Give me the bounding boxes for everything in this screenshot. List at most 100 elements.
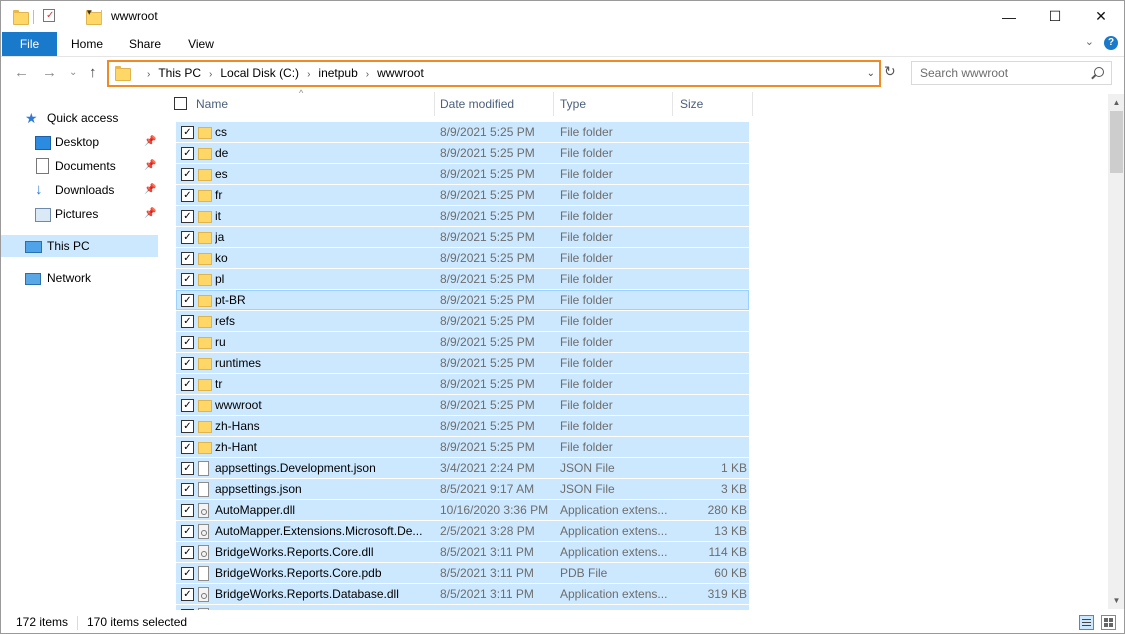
table-row[interactable]: ✓ runtimes 8/9/2021 5:25 PM File folder <box>176 353 749 373</box>
sidebar-item-this-pc[interactable]: This PC <box>1 235 158 257</box>
table-row[interactable]: ✓ refs 8/9/2021 5:25 PM File folder <box>176 311 749 331</box>
table-row[interactable]: ✓ ja 8/9/2021 5:25 PM File folder <box>176 227 749 247</box>
properties-icon[interactable]: ✓ <box>43 9 55 22</box>
column-divider[interactable] <box>752 92 753 116</box>
customize-toolbar-icon[interactable]: ▾ <box>87 7 92 25</box>
table-row[interactable]: ✓ AutoMapper.dll 10/16/2020 3:36 PM Applica… <box>176 500 749 520</box>
table-row[interactable]: ✓ fr 8/9/2021 5:25 PM File folder <box>176 185 749 205</box>
row-checkbox[interactable]: ✓ <box>181 504 194 517</box>
row-checkbox[interactable]: ✓ <box>181 126 194 139</box>
table-row[interactable]: ✓ <box>176 605 749 610</box>
table-row[interactable]: ✓ appsettings.Development.json 3/4/2021 2:… <box>176 458 749 478</box>
column-header: ^ Name Date modified Type Size <box>161 88 1107 116</box>
table-row[interactable]: ✓ BridgeWorks.Reports.Database.dll 8/5/202… <box>176 584 749 604</box>
table-row[interactable]: ✓ pl 8/9/2021 5:25 PM File folder <box>176 269 749 289</box>
table-row[interactable]: ✓ cs 8/9/2021 5:25 PM File folder <box>176 122 749 142</box>
row-checkbox[interactable]: ✓ <box>181 147 194 160</box>
column-divider[interactable] <box>553 92 554 116</box>
column-type[interactable]: Type <box>560 92 586 116</box>
select-all-checkbox[interactable] <box>174 97 187 110</box>
column-divider[interactable] <box>672 92 673 116</box>
row-checkbox[interactable]: ✓ <box>181 546 194 559</box>
help-icon[interactable]: ? <box>1104 36 1118 50</box>
breadcrumb-this-pc[interactable]: This PC <box>158 66 201 80</box>
breadcrumb-local-disk[interactable]: Local Disk (C:) <box>220 66 299 80</box>
breadcrumb-separator[interactable]: › <box>366 69 369 80</box>
row-checkbox[interactable]: ✓ <box>181 210 194 223</box>
up-button[interactable]: ↑ <box>89 61 97 85</box>
table-row[interactable]: ✓ ko 8/9/2021 5:25 PM File folder <box>176 248 749 268</box>
folder-icon <box>198 274 212 286</box>
sidebar-item-pictures[interactable]: Pictures 📌 <box>35 203 159 225</box>
breadcrumb-separator[interactable]: › <box>307 69 310 80</box>
row-checkbox[interactable]: ✓ <box>181 588 194 601</box>
table-row[interactable]: ✓ BridgeWorks.Reports.Core.pdb 8/5/2021 3:… <box>176 563 749 583</box>
row-checkbox[interactable]: ✓ <box>181 336 194 349</box>
vertical-scrollbar[interactable]: ▲ ▼ <box>1108 94 1124 609</box>
search-input[interactable]: Search wwwroot <box>920 62 1008 84</box>
breadcrumb-wwwroot[interactable]: wwwroot <box>377 66 424 80</box>
scroll-thumb[interactable] <box>1110 111 1123 173</box>
details-view-icon[interactable] <box>1079 615 1094 630</box>
table-row[interactable]: ✓ ru 8/9/2021 5:25 PM File folder <box>176 332 749 352</box>
breadcrumb-separator[interactable]: › <box>209 69 212 80</box>
table-row[interactable]: ✓ BridgeWorks.Reports.Core.dll 8/5/2021 3:… <box>176 542 749 562</box>
close-button[interactable]: ✕ <box>1078 1 1124 32</box>
breadcrumb-inetpub[interactable]: inetpub <box>318 66 357 80</box>
table-row[interactable]: ✓ de 8/9/2021 5:25 PM File folder <box>176 143 749 163</box>
table-row[interactable]: ✓ AutoMapper.Extensions.Microsoft.De... 2/… <box>176 521 749 541</box>
row-checkbox[interactable]: ✓ <box>181 189 194 202</box>
table-row[interactable]: ✓ zh-Hans 8/9/2021 5:25 PM File folder <box>176 416 749 436</box>
table-row[interactable]: ✓ es 8/9/2021 5:25 PM File folder <box>176 164 749 184</box>
maximize-button[interactable]: ☐ <box>1032 1 1078 32</box>
row-checkbox[interactable]: ✓ <box>181 357 194 370</box>
refresh-icon[interactable]: ↻ <box>884 63 896 80</box>
row-checkbox[interactable]: ✓ <box>181 294 194 307</box>
large-icons-view-icon[interactable] <box>1101 615 1116 630</box>
row-checkbox[interactable]: ✓ <box>181 168 194 181</box>
row-checkbox[interactable]: ✓ <box>181 567 194 580</box>
row-checkbox[interactable]: ✓ <box>181 441 194 454</box>
sidebar-item-desktop[interactable]: Desktop 📌 <box>35 131 159 153</box>
scroll-up-icon[interactable]: ▲ <box>1108 94 1124 111</box>
address-bar[interactable]: › This PC › Local Disk (C:) › inetpub › wwwroot… <box>107 60 881 87</box>
scroll-down-icon[interactable]: ▼ <box>1108 592 1124 609</box>
row-checkbox[interactable]: ✓ <box>181 525 194 538</box>
table-row[interactable]: ✓ tr 8/9/2021 5:25 PM File folder <box>176 374 749 394</box>
sidebar-item-documents[interactable]: Documents 📌 <box>35 155 159 177</box>
row-checkbox[interactable]: ✓ <box>181 462 194 475</box>
row-checkbox[interactable]: ✓ <box>181 483 194 496</box>
row-checkbox[interactable]: ✓ <box>181 378 194 391</box>
row-checkbox[interactable]: ✓ <box>181 252 194 265</box>
minimize-button[interactable]: — <box>986 1 1032 32</box>
table-row[interactable]: ✓ zh-Hant 8/9/2021 5:25 PM File folder <box>176 437 749 457</box>
expand-ribbon-icon[interactable]: ⌄ <box>1085 35 1094 48</box>
row-checkbox[interactable]: ✓ <box>181 273 194 286</box>
tab-file[interactable]: File <box>2 32 57 56</box>
breadcrumb-separator[interactable]: › <box>147 69 150 80</box>
row-checkbox[interactable]: ✓ <box>181 315 194 328</box>
sidebar-item-downloads[interactable]: ↓ Downloads 📌 <box>35 179 159 201</box>
column-date-modified[interactable]: Date modified <box>440 92 514 116</box>
row-checkbox[interactable]: ✓ <box>181 231 194 244</box>
back-button[interactable]: ← <box>14 61 29 85</box>
row-checkbox[interactable]: ✓ <box>181 399 194 412</box>
table-row[interactable]: ✓ it 8/9/2021 5:25 PM File folder <box>176 206 749 226</box>
tab-view[interactable]: View <box>177 32 225 56</box>
recent-locations-button[interactable]: ⌄ <box>69 61 77 85</box>
table-row[interactable]: ✓ pt-BR 8/9/2021 5:25 PM File folder <box>176 290 749 310</box>
search-box[interactable]: Search wwwroot <box>911 61 1112 85</box>
forward-button[interactable]: → <box>42 61 57 85</box>
file-date: 8/5/2021 3:11 PM <box>440 545 534 559</box>
column-size[interactable]: Size <box>680 92 703 116</box>
table-row[interactable]: ✓ appsettings.json 8/5/2021 9:17 AM JSON Fi… <box>176 479 749 499</box>
tab-home[interactable]: Home <box>63 32 111 56</box>
row-checkbox[interactable]: ✓ <box>181 420 194 433</box>
row-checkbox[interactable]: ✓ <box>181 609 194 610</box>
tab-share[interactable]: Share <box>121 32 169 56</box>
folder-icon <box>198 379 212 391</box>
column-name[interactable]: Name <box>196 92 228 116</box>
address-dropdown-icon[interactable]: ⌄ <box>867 62 875 85</box>
table-row[interactable]: ✓ wwwroot 8/9/2021 5:25 PM File folder <box>176 395 749 415</box>
column-divider[interactable] <box>434 92 435 116</box>
